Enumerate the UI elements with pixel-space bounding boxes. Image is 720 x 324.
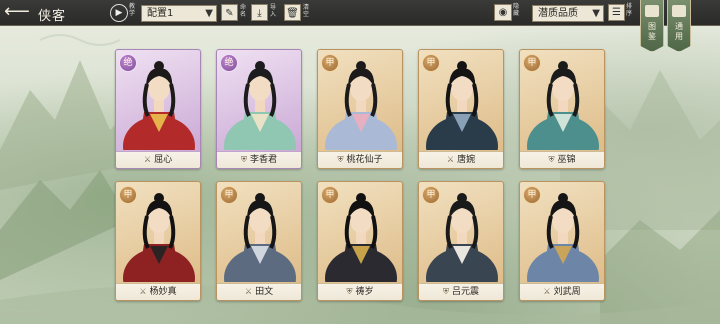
hero-name-bar: ⚔ 唐婉 bbox=[419, 151, 503, 168]
tutorial-label: 教学 bbox=[129, 3, 136, 17]
hero-card[interactable]: 绝 ⛨ 李香君 bbox=[216, 49, 302, 169]
book-icon bbox=[645, 5, 659, 17]
hero-name-bar: ⛨ 李香君 bbox=[217, 151, 301, 168]
hero-name: 屈心 bbox=[154, 155, 173, 165]
hide-label: 隐藏 bbox=[513, 3, 520, 17]
shield-icon: ⛨ bbox=[548, 155, 555, 164]
page-title: 侠客 bbox=[38, 9, 67, 24]
tab-general-label: 通用 bbox=[675, 22, 683, 41]
hero-name: 吕元震 bbox=[451, 287, 479, 297]
grade-badge: 甲 bbox=[523, 186, 541, 204]
grade-badge: 绝 bbox=[220, 54, 238, 72]
hero-name: 刘武周 bbox=[553, 287, 581, 297]
hero-card[interactable]: 甲 ⛨ 巫锦 bbox=[519, 49, 605, 169]
hero-card[interactable]: 甲 ⚔ 杨妙真 bbox=[115, 181, 201, 301]
eye-icon[interactable]: ◉ bbox=[494, 4, 512, 21]
shield-icon: ⛨ bbox=[240, 155, 247, 164]
sword-icon: ⚔ bbox=[244, 287, 253, 296]
tab-codex-label: 图鉴 bbox=[648, 22, 656, 41]
hero-name-bar: ⛨ 桃花仙子 bbox=[318, 151, 402, 168]
sort-value: 潜质品质 bbox=[538, 8, 578, 19]
brush-icon: ✎ bbox=[221, 4, 238, 21]
hero-name-bar: ⚔ 杨妙真 bbox=[116, 283, 200, 300]
preset-value: 配置1 bbox=[147, 8, 174, 19]
hero-card[interactable]: 甲 ⚔ 刘武周 bbox=[519, 181, 605, 301]
import-icon: ⤓ bbox=[251, 4, 268, 21]
hero-name-bar: ⛨ 吕元震 bbox=[419, 283, 503, 300]
hero-card[interactable]: 甲 ⛨ 桃花仙子 bbox=[317, 49, 403, 169]
grade-badge: 甲 bbox=[422, 186, 440, 204]
hero-card[interactable]: 甲 ⚔ 唐婉 bbox=[418, 49, 504, 169]
preset-dropdown[interactable]: 配置1 ▼ bbox=[141, 5, 217, 22]
sort-label: 排序 bbox=[626, 3, 633, 17]
sword-icon: ⚔ bbox=[139, 287, 147, 296]
sword-icon: ⚔ bbox=[543, 287, 551, 296]
shield-icon: ⛨ bbox=[337, 155, 344, 164]
scroll-icon bbox=[672, 5, 686, 17]
clear-label: 清空 bbox=[303, 4, 310, 18]
chevron-down-icon: ▼ bbox=[205, 8, 213, 19]
tab-codex[interactable]: 图鉴 bbox=[640, 0, 664, 52]
grade-badge: 甲 bbox=[220, 186, 238, 204]
sort-icon[interactable]: ☰ bbox=[608, 4, 625, 21]
hero-card[interactable]: 甲 ⛨ 祷岁 bbox=[317, 181, 403, 301]
tab-general[interactable]: 通用 bbox=[667, 0, 691, 52]
top-bar: ⟵ 侠客 ▶ 教学 配置1 ▼ ✎ 命名 ⤓ 导入 🗑 清空 ◉ 隐藏 潜质品质… bbox=[0, 0, 720, 26]
tutorial-play-icon[interactable]: ▶ bbox=[110, 4, 128, 22]
hero-name: 杨妙真 bbox=[149, 287, 177, 297]
grade-badge: 甲 bbox=[119, 186, 137, 204]
hero-name: 巫锦 bbox=[557, 155, 576, 165]
hero-name-bar: ⚔ 田文 bbox=[217, 283, 301, 300]
hero-name-bar: ⚔ 刘武周 bbox=[520, 283, 604, 300]
hero-name: 祷岁 bbox=[355, 287, 374, 297]
hero-name-bar: ⛨ 巫锦 bbox=[520, 151, 604, 168]
back-arrow-icon[interactable]: ⟵ bbox=[4, 3, 32, 22]
shield-icon: ⛨ bbox=[346, 287, 353, 296]
grade-badge: 绝 bbox=[119, 54, 137, 72]
hero-card[interactable]: 绝 ⚔ 屈心 bbox=[115, 49, 201, 169]
sword-icon: ⚔ bbox=[446, 155, 455, 164]
grade-badge: 甲 bbox=[523, 54, 541, 72]
grade-badge: 甲 bbox=[422, 54, 440, 72]
hero-name: 李香君 bbox=[249, 155, 277, 165]
hero-card[interactable]: 甲 ⛨ 吕元震 bbox=[418, 181, 504, 301]
import-label: 导入 bbox=[270, 4, 277, 18]
grade-badge: 甲 bbox=[321, 54, 339, 72]
grade-badge: 甲 bbox=[321, 186, 339, 204]
rename-label: 命名 bbox=[240, 4, 247, 18]
hero-name-bar: ⛨ 祷岁 bbox=[318, 283, 402, 300]
hero-name: 田文 bbox=[255, 287, 274, 297]
sword-icon: ⚔ bbox=[143, 155, 152, 164]
hero-card[interactable]: 甲 ⚔ 田文 bbox=[216, 181, 302, 301]
shield-icon: ⛨ bbox=[442, 287, 449, 296]
hero-name: 唐婉 bbox=[457, 155, 476, 165]
sort-dropdown[interactable]: 潜质品质 ▼ bbox=[532, 5, 604, 22]
chevron-down-icon: ▼ bbox=[592, 8, 600, 19]
hero-name-bar: ⚔ 屈心 bbox=[116, 151, 200, 168]
trash-icon: 🗑 bbox=[284, 4, 301, 21]
hero-name: 桃花仙子 bbox=[346, 155, 383, 165]
